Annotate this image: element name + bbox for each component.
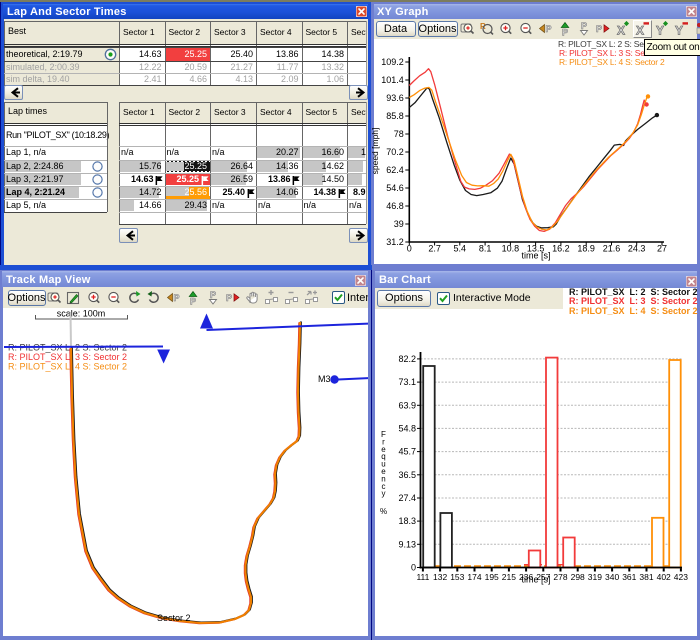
svg-text:381: 381	[639, 572, 653, 582]
svg-text:18.3: 18.3	[398, 516, 416, 526]
svg-text:73.1: 73.1	[398, 377, 416, 387]
svg-text:y: y	[382, 489, 386, 498]
svg-text:195: 195	[485, 572, 499, 582]
svg-text:298: 298	[571, 572, 585, 582]
svg-text:111: 111	[416, 572, 429, 582]
svg-text:36.5: 36.5	[398, 470, 416, 480]
svg-text:423: 423	[674, 572, 688, 582]
svg-text:361: 361	[622, 572, 636, 582]
svg-text:63.9: 63.9	[398, 400, 416, 410]
svg-text:54.8: 54.8	[398, 423, 416, 433]
svg-text:%: %	[380, 507, 387, 516]
svg-text:153: 153	[450, 572, 464, 582]
svg-text:45.7: 45.7	[398, 447, 416, 457]
svg-text:132: 132	[433, 572, 447, 582]
svg-text:82.2: 82.2	[398, 354, 416, 364]
svg-text:278: 278	[553, 572, 567, 582]
svg-text:0: 0	[411, 563, 416, 573]
svg-text:27.4: 27.4	[398, 493, 416, 503]
svg-text:time [s]: time [s]	[521, 575, 550, 585]
svg-text:340: 340	[605, 572, 619, 582]
svg-text:215: 215	[502, 572, 516, 582]
svg-text:174: 174	[467, 572, 481, 582]
svg-text:319: 319	[588, 572, 602, 582]
svg-text:402: 402	[657, 572, 671, 582]
svg-text:9.13: 9.13	[398, 539, 416, 549]
